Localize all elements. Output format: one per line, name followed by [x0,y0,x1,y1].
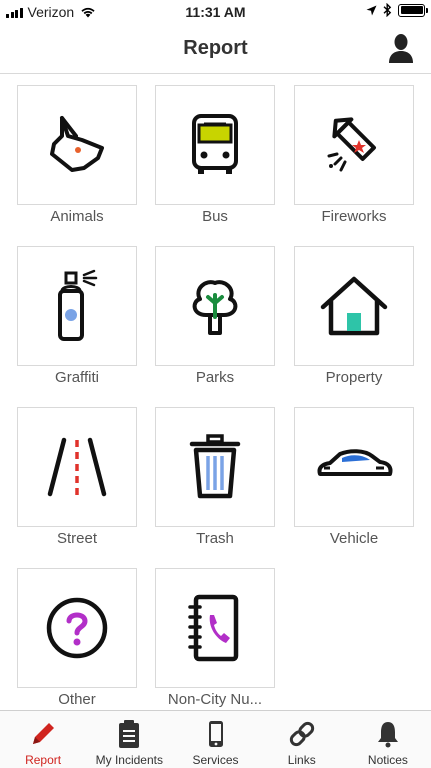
dog-head-icon [50,116,104,172]
user-icon [389,34,413,63]
category-trash[interactable]: Trash [155,407,275,547]
profile-button[interactable] [387,32,415,64]
mobile-phone-icon [208,721,223,747]
report-category-grid: Animals Bus Fireworks Graffiti Parks Pro… [0,74,431,710]
tab-label: Report [25,753,62,767]
category-label: Animals [50,208,104,225]
category-graffiti[interactable]: Graffiti [17,246,137,386]
house-icon [320,276,388,336]
category-street-tile[interactable] [17,407,137,527]
category-bus-tile[interactable] [155,85,275,205]
chain-link-icon [289,721,314,747]
category-fireworks[interactable]: Fireworks [294,85,414,225]
phone-book-icon [188,594,239,662]
spray-can-icon [58,269,98,341]
pencil-icon [33,723,55,744]
road-icon [47,437,107,497]
tab-notices[interactable]: Notices [345,711,431,768]
category-animals[interactable]: Animals [17,85,137,225]
location-arrow-icon [366,5,377,15]
category-label: Non-City Nu... [167,691,263,708]
category-label: Fireworks [321,208,387,225]
category-other[interactable]: Other [17,568,137,708]
category-street[interactable]: Street [17,407,137,547]
category-vehicle-tile[interactable] [294,407,414,527]
question-circle-icon [46,597,108,659]
category-label: Trash [196,530,234,547]
trash-can-icon [189,434,241,499]
battery-icon [398,3,428,17]
category-property[interactable]: Property [294,246,414,386]
category-label: Bus [202,208,228,225]
tree-icon [192,280,238,335]
page-title: Report [183,37,248,59]
category-label: Parks [195,369,235,386]
bottom-tab-bar: Report My Incidents Services Links Notic… [0,710,431,768]
category-trash-tile[interactable] [155,407,275,527]
tab-links[interactable]: Links [259,711,345,768]
tab-my-incidents[interactable]: My Incidents [86,711,172,768]
category-bus[interactable]: Bus [155,85,275,225]
category-graffiti-tile[interactable] [17,246,137,366]
category-other-tile[interactable] [17,568,137,688]
tab-label: Links [287,753,316,767]
category-label: Property [325,369,383,386]
category-label: Graffiti [55,369,99,386]
tab-label: Notices [367,753,408,767]
tab-label: Services [192,753,239,767]
status-bar: Verizon 11:31 AM [0,0,431,24]
category-label: Vehicle [329,530,379,547]
tab-report[interactable]: Report [0,711,86,768]
car-icon [317,449,393,476]
category-non-city-numbers[interactable]: Non-City Nu... [155,568,275,708]
category-parks[interactable]: Parks [155,246,275,386]
bell-icon [377,722,398,748]
firework-rocket-icon [327,117,376,172]
navigation-bar: Report [0,24,431,74]
bluetooth-icon [383,3,392,17]
category-label: Street [56,530,98,547]
category-fireworks-tile[interactable] [294,85,414,205]
category-parks-tile[interactable] [155,246,275,366]
category-non-city-numbers-tile[interactable] [155,568,275,688]
category-label: Other [58,691,96,708]
tab-services[interactable]: Services [172,711,258,768]
category-animals-tile[interactable] [17,85,137,205]
category-property-tile[interactable] [294,246,414,366]
status-right [366,3,428,17]
bus-icon [192,114,238,174]
category-vehicle[interactable]: Vehicle [294,407,414,547]
clipboard-icon [119,720,140,748]
tab-label: My Incidents [95,753,163,767]
